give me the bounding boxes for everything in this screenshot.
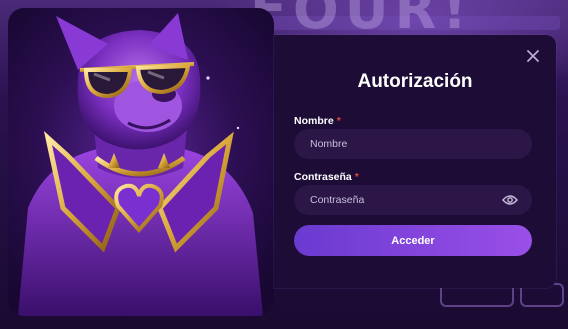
- eye-icon[interactable]: [502, 194, 518, 206]
- close-icon-glyph: [527, 50, 539, 62]
- username-input[interactable]: [308, 137, 518, 151]
- password-field[interactable]: [294, 185, 532, 215]
- submit-button[interactable]: Acceder: [294, 225, 532, 256]
- promo-artwork: [8, 8, 274, 316]
- password-label: Contraseña *: [294, 171, 359, 183]
- close-icon[interactable]: [524, 47, 542, 65]
- required-mark: *: [336, 115, 341, 127]
- username-label: Nombre *: [294, 115, 341, 127]
- login-modal: Autorización Nombre* Contraseña* Acceder: [274, 35, 556, 288]
- modal-title: Autorización: [357, 71, 473, 92]
- username-field[interactable]: [294, 129, 532, 159]
- username-label-text: Nombre: [294, 115, 334, 127]
- required-mark: *: [354, 171, 359, 183]
- dog-illustration: [18, 13, 263, 316]
- password-label-text: Contraseña: [294, 171, 352, 183]
- password-input[interactable]: [308, 193, 502, 207]
